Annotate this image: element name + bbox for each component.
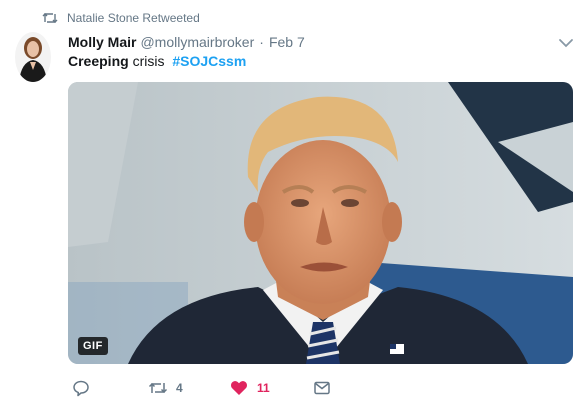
timestamp[interactable]: Feb 7 <box>269 34 305 50</box>
chevron-down-icon[interactable] <box>557 34 575 52</box>
retweet-button[interactable]: 4 <box>147 376 183 400</box>
retweet-count: 4 <box>176 381 183 395</box>
tweet-header: Molly Mair @mollymairbroker · Feb 7 <box>68 32 305 52</box>
reply-button[interactable] <box>70 376 99 400</box>
screen-name[interactable]: @mollymairbroker <box>140 34 254 50</box>
retweet-icon <box>147 377 169 399</box>
envelope-icon <box>311 377 333 399</box>
tweet[interactable]: Natalie Stone Retweeted Molly Mair @moll… <box>0 0 584 405</box>
hashtag-link[interactable]: #SOJCssm <box>172 53 246 69</box>
tweet-text-bold: Creeping <box>68 53 129 69</box>
tweet-text-plain: crisis <box>132 53 165 69</box>
display-name[interactable]: Molly Mair <box>68 34 136 50</box>
retweet-icon <box>42 11 58 25</box>
like-count: 11 <box>257 381 270 395</box>
gif-frame-illustration <box>68 82 573 364</box>
gif-badge: GIF <box>78 337 108 355</box>
retweet-context: Natalie Stone Retweeted <box>42 9 200 27</box>
avatar[interactable] <box>15 32 51 82</box>
retweet-context-text[interactable]: Natalie Stone Retweeted <box>67 11 200 25</box>
separator-dot: · <box>259 34 264 50</box>
heart-icon <box>228 377 250 399</box>
tweet-text: Creeping crisis #SOJCssm <box>68 52 246 70</box>
tweet-actions: 4 11 <box>68 376 568 400</box>
direct-message-button[interactable] <box>311 376 333 400</box>
reply-icon <box>70 377 92 399</box>
like-button[interactable]: 11 <box>228 376 270 400</box>
gif-media[interactable]: GIF <box>68 82 573 364</box>
